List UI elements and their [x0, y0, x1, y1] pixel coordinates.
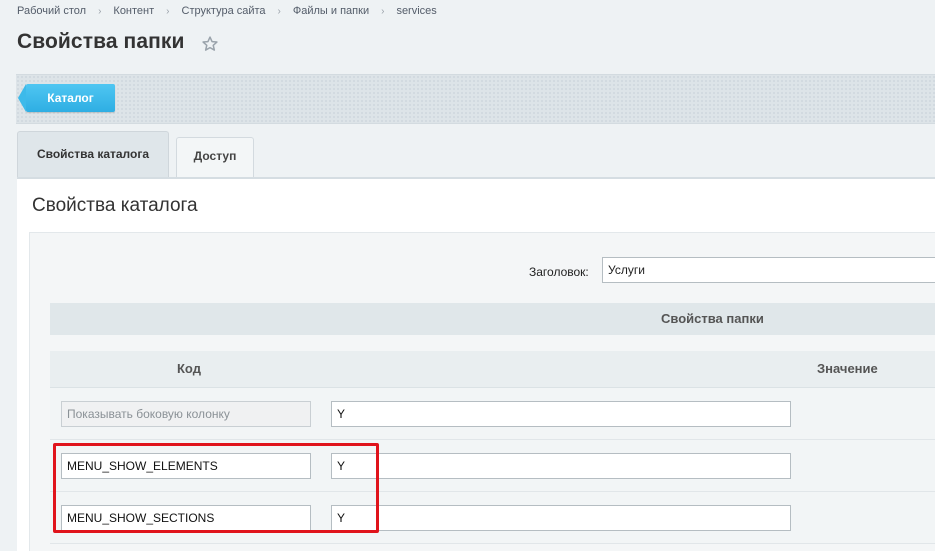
column-header-value: Значение: [817, 361, 878, 376]
content-panel: Свойства каталога Заголовок: Свойства па…: [17, 177, 935, 551]
breadcrumb-item-desktop[interactable]: Рабочий стол: [17, 5, 86, 17]
property-value-input[interactable]: [331, 505, 791, 531]
page-title: Свойства папки: [17, 30, 185, 53]
column-header-code: Код: [177, 361, 201, 376]
chevron-right-icon: ›: [381, 6, 385, 17]
breadcrumb-item-site-structure[interactable]: Структура сайта: [182, 5, 266, 17]
catalog-button-label: Каталог: [47, 91, 94, 105]
properties-title: Свойства папки: [661, 311, 764, 326]
chevron-right-icon: ›: [277, 6, 281, 17]
property-code-input[interactable]: [61, 401, 311, 427]
property-row: [50, 388, 935, 440]
title-field-input[interactable]: [602, 257, 935, 283]
back-arrow-icon: [18, 84, 26, 112]
property-value-input[interactable]: [331, 401, 791, 427]
breadcrumb-item-content[interactable]: Контент: [113, 5, 154, 17]
property-value-input[interactable]: [331, 453, 791, 479]
title-field-label: Заголовок:: [529, 265, 589, 279]
chevron-right-icon: ›: [166, 6, 170, 17]
properties-title-bar: Свойства папки: [50, 303, 935, 335]
property-code-input[interactable]: [61, 505, 311, 531]
property-code-input[interactable]: [61, 453, 311, 479]
tab-catalog-properties[interactable]: Свойства каталога: [17, 131, 169, 177]
tab-access[interactable]: Доступ: [176, 137, 254, 177]
toolbar: Каталог: [16, 74, 935, 124]
catalog-back-button[interactable]: Каталог: [18, 84, 115, 112]
section-heading: Свойства каталога: [32, 195, 198, 216]
property-row: [50, 492, 935, 544]
breadcrumb-item-services[interactable]: services: [396, 5, 436, 17]
property-row: [50, 440, 935, 492]
breadcrumb-item-files-folders[interactable]: Файлы и папки: [293, 5, 369, 17]
breadcrumb: Рабочий стол › Контент › Структура сайта › Фай…: [17, 5, 437, 17]
properties-form: Заголовок: Свойства папки Код Значение: [29, 232, 935, 551]
chevron-right-icon: ›: [98, 6, 102, 17]
properties-table-header: Код Значение: [50, 351, 935, 388]
page: Рабочий стол › Контент › Структура сайта › Фай…: [0, 0, 935, 551]
star-outline-icon[interactable]: [201, 35, 219, 53]
title-row: Свойства папки: [17, 30, 219, 54]
